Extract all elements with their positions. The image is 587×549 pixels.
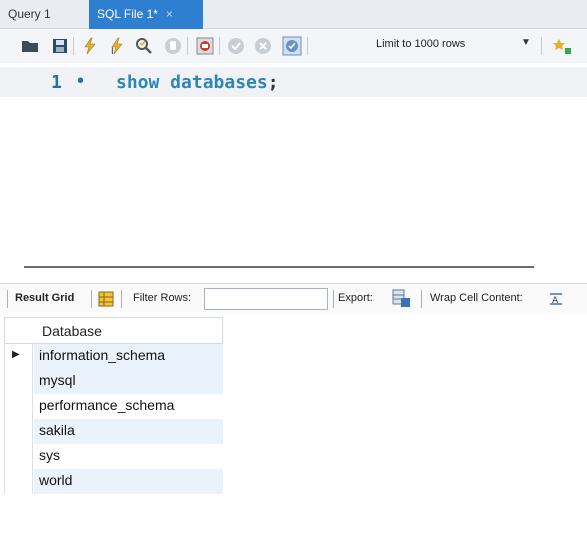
- rollback-icon[interactable]: [253, 36, 273, 56]
- toolbar-separator: [91, 290, 92, 308]
- table-row[interactable]: mysql: [4, 369, 223, 394]
- svg-text:I: I: [111, 47, 114, 56]
- result-toolbar: Result Grid Filter Rows: Export: Wrap Ce…: [0, 283, 587, 313]
- tab-label: SQL File 1*: [97, 7, 158, 21]
- panel-splitter[interactable]: [24, 266, 534, 268]
- execute-current-icon[interactable]: I: [107, 36, 127, 56]
- row-header[interactable]: [4, 419, 33, 444]
- grid-header: Database: [4, 317, 223, 344]
- execute-icon[interactable]: [80, 36, 100, 56]
- toolbar-separator: [219, 37, 220, 55]
- row-header[interactable]: [4, 469, 33, 494]
- tab-bar: Query 1 SQL File 1* ×: [0, 0, 587, 29]
- export-icon[interactable]: [392, 289, 411, 308]
- row-header[interactable]: [4, 394, 33, 419]
- sql-semicolon: ;: [267, 72, 279, 93]
- tab-sql-file-1[interactable]: SQL File 1* ×: [89, 0, 203, 29]
- toolbar-separator: [421, 290, 422, 308]
- svg-text:A: A: [552, 296, 559, 306]
- sql-toolbar: I Limit to 1000 rows ▼: [0, 29, 587, 63]
- filter-rows-input[interactable]: [204, 288, 328, 310]
- table-row[interactable]: sys: [4, 444, 223, 469]
- save-icon[interactable]: [50, 36, 70, 56]
- toolbar-separator: [187, 37, 188, 55]
- table-cell[interactable]: performance_schema: [39, 397, 174, 413]
- current-row-marker-icon: ▶: [12, 349, 20, 360]
- filter-rows-label: Filter Rows:: [133, 292, 192, 304]
- wrap-cell-icon[interactable]: A: [549, 292, 563, 306]
- statement-marker: •: [77, 70, 85, 92]
- export-label: Export:: [338, 292, 373, 304]
- table-row[interactable]: world: [4, 469, 223, 494]
- chevron-down-icon[interactable]: ▼: [521, 37, 531, 48]
- table-cell[interactable]: information_schema: [39, 347, 165, 363]
- grid-form-icon[interactable]: [98, 291, 114, 307]
- limit-rows-select[interactable]: Limit to 1000 rows: [376, 38, 465, 50]
- table-cell[interactable]: sys: [39, 447, 60, 463]
- sql-keyword: show databases: [116, 72, 268, 93]
- table-row[interactable]: performance_schema: [4, 394, 223, 419]
- toggle-error-icon[interactable]: [195, 36, 215, 56]
- toolbar-separator: [307, 37, 308, 55]
- toolbar-separator: [121, 290, 122, 308]
- toolbar-separator: [541, 37, 542, 55]
- tab-label: Query 1: [8, 7, 51, 21]
- column-header-database[interactable]: Database: [42, 323, 102, 339]
- table-row[interactable]: ▶ information_schema: [4, 344, 223, 369]
- wrap-cell-content-label: Wrap Cell Content:: [430, 292, 523, 304]
- result-grid-button[interactable]: Result Grid: [15, 292, 74, 304]
- sql-editor[interactable]: 1 • show databases;: [0, 63, 587, 260]
- stop-icon[interactable]: [163, 36, 183, 56]
- autocommit-icon[interactable]: [282, 36, 302, 56]
- folder-icon[interactable]: [20, 36, 40, 56]
- table-cell[interactable]: world: [39, 472, 72, 488]
- row-header[interactable]: [4, 444, 33, 469]
- table-row[interactable]: sakila: [4, 419, 223, 444]
- toolbar-separator: [7, 290, 8, 308]
- table-cell[interactable]: mysql: [39, 372, 76, 388]
- sql-code[interactable]: show databases;: [116, 72, 279, 93]
- beautify-icon[interactable]: [553, 36, 573, 56]
- close-icon[interactable]: ×: [166, 0, 173, 28]
- commit-icon[interactable]: [226, 36, 246, 56]
- row-header[interactable]: [4, 369, 33, 394]
- line-number: 1: [51, 72, 62, 93]
- tab-query-1[interactable]: Query 1: [0, 0, 89, 29]
- table-cell[interactable]: sakila: [39, 422, 75, 438]
- toolbar-separator: [333, 290, 334, 308]
- current-line: 1 • show databases;: [0, 67, 587, 97]
- explain-icon[interactable]: [134, 36, 154, 56]
- toolbar-separator: [73, 37, 74, 55]
